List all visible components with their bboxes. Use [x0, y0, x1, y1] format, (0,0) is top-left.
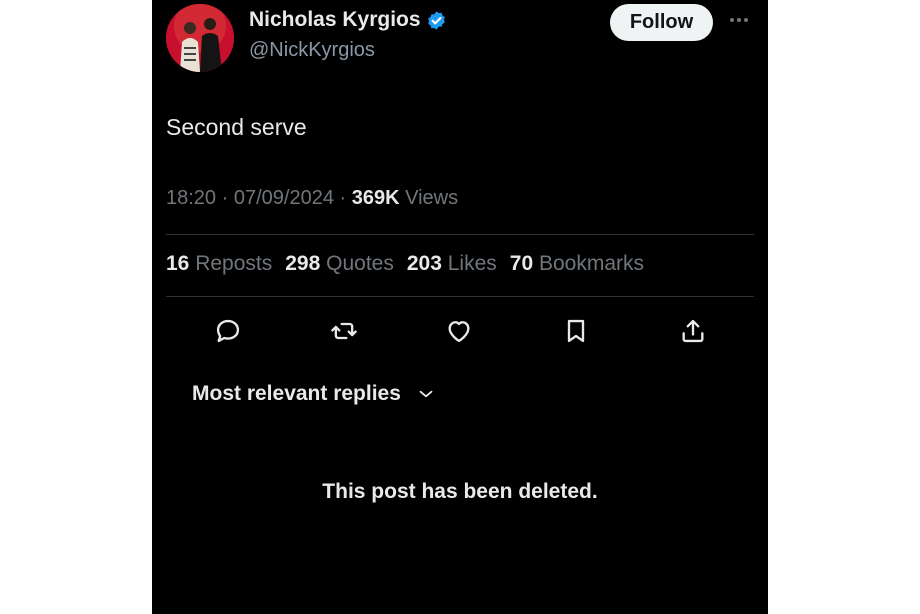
verified-badge-icon: [427, 10, 445, 30]
post-time[interactable]: 18:20: [166, 187, 216, 209]
views-label: Views: [405, 187, 459, 209]
author-handle[interactable]: @NickKyrgios: [249, 39, 375, 62]
stat-bookmarks[interactable]: 70 Bookmarks: [510, 252, 644, 276]
post-detail-panel: Nicholas Kyrgios @NickKyrgios Follow Sec…: [152, 0, 768, 614]
more-options-icon[interactable]: [724, 8, 754, 32]
post-date[interactable]: 07/09/2024: [234, 187, 334, 209]
views-count: 369K: [351, 187, 400, 209]
author-name[interactable]: Nicholas Kyrgios: [249, 8, 421, 32]
reply-button[interactable]: [211, 314, 245, 348]
repost-button[interactable]: [327, 314, 361, 348]
engagement-stats: 16 Reposts 298 Quotes 203 Likes 70 Bookm…: [166, 252, 657, 276]
chevron-down-icon: [419, 390, 433, 398]
like-button[interactable]: [442, 314, 476, 348]
share-button[interactable]: [676, 314, 710, 348]
stat-likes[interactable]: 203 Likes: [407, 252, 497, 276]
profile-photo-icon: [166, 4, 234, 72]
bookmark-icon: [567, 319, 585, 343]
reply-icon: [216, 319, 240, 343]
action-bar: [152, 314, 768, 350]
replies-sort-dropdown[interactable]: Most relevant replies: [192, 382, 437, 406]
author-name-row[interactable]: Nicholas Kyrgios: [249, 8, 447, 32]
stat-reposts[interactable]: 16 Reposts: [166, 252, 272, 276]
like-icon: [448, 321, 470, 343]
deleted-post-notice: This post has been deleted.: [322, 480, 598, 503]
repost-icon: [331, 322, 357, 340]
post-text: Second serve: [166, 114, 307, 140]
replies-sort-label: Most relevant replies: [192, 382, 401, 405]
share-icon: [682, 319, 704, 343]
bookmark-button[interactable]: [559, 314, 593, 348]
divider: [166, 234, 754, 235]
author-avatar[interactable]: [166, 4, 234, 72]
divider: [166, 296, 754, 297]
stat-quotes[interactable]: 298 Quotes: [285, 252, 394, 276]
post-meta: 18:20 · 07/09/2024 · 369K Views: [166, 187, 459, 209]
follow-button[interactable]: Follow: [610, 4, 713, 41]
